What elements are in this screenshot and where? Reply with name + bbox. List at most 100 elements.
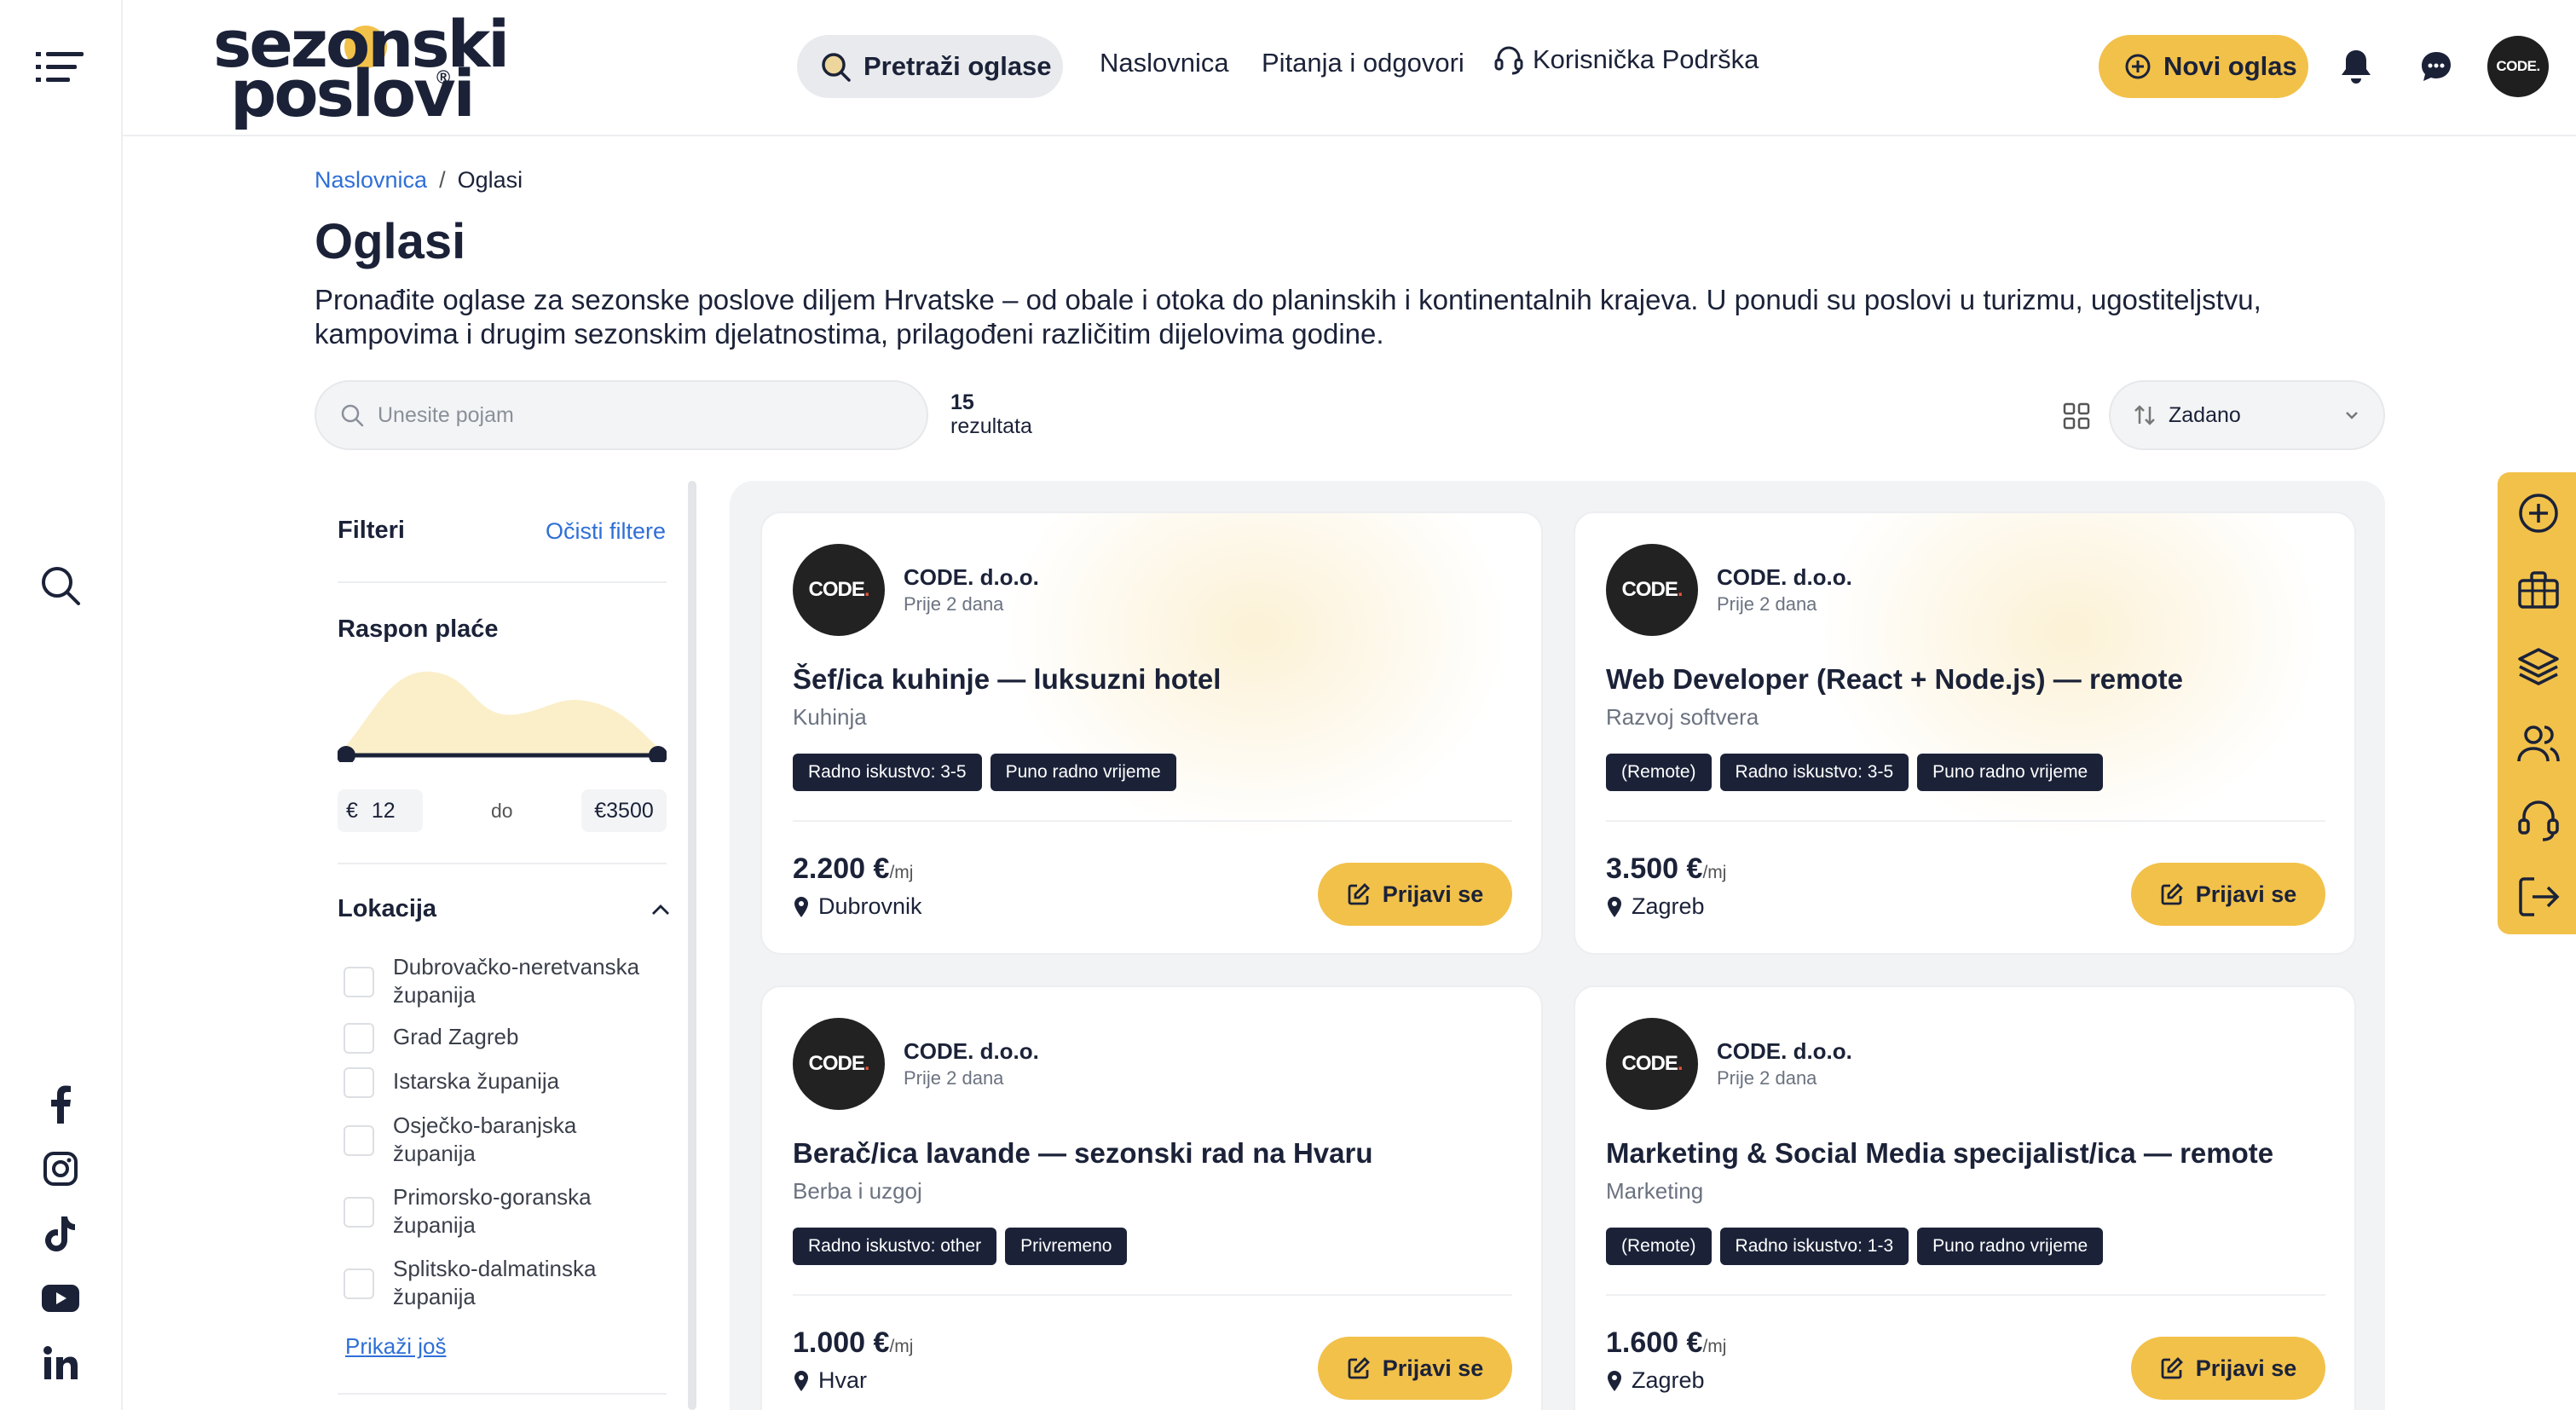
top-header: sezonski poslovi ® Pretraži oglase Naslo… (123, 0, 2576, 136)
page-description: Pronađite oglase za sezonske poslove dil… (315, 284, 2261, 350)
support-icon[interactable] (2515, 796, 2562, 844)
page-title: Oglasi (315, 214, 466, 269)
location-checkbox[interactable] (344, 1268, 374, 1299)
results-number: 15 (950, 390, 974, 414)
filters-scrollbar[interactable] (688, 481, 696, 1410)
youtube-icon[interactable] (32, 1270, 89, 1326)
apply-button[interactable]: Prijavi se (1318, 863, 1512, 926)
logout-icon[interactable] (2515, 873, 2562, 921)
add-circle-icon[interactable] (2515, 489, 2562, 537)
location-option[interactable]: Istarska županija (344, 1067, 559, 1098)
sort-value: Zadano (2169, 402, 2241, 427)
breadcrumb: Naslovnica / Oglasi (315, 167, 523, 194)
divider (338, 1393, 667, 1395)
location-checkbox[interactable] (344, 1197, 374, 1228)
job-title[interactable]: Šef/ica kuhinje — luksuzni hotel (793, 663, 1221, 696)
new-ad-button[interactable]: Novi oglas (2099, 35, 2308, 98)
location-label: Grad Zagreb (393, 1024, 519, 1049)
location-option[interactable]: Primorsko-goranska županija (344, 1183, 592, 1240)
job-card[interactable]: CODE. CODE. d.o.o. Prije 2 dana Web Deve… (1574, 511, 2356, 955)
facebook-icon[interactable] (32, 1076, 89, 1132)
location-option[interactable]: Dubrovačko-neretvanska županija (344, 953, 639, 1009)
job-tags: (Remote) Radno iskustvo: 3-5 Puno radno … (1606, 754, 2104, 791)
nav-support[interactable]: Korisnička Podrška (1493, 44, 1759, 75)
pay-unit: /mj (889, 863, 914, 882)
logo-registered: ® (436, 66, 451, 88)
linkedin-icon[interactable] (32, 1335, 89, 1391)
search-icon[interactable] (32, 558, 89, 614)
salary-min-field[interactable]: € 12 (338, 789, 423, 832)
search-ads-label: Pretraži oglase (863, 51, 1052, 81)
company-logo-dot: . (863, 1052, 870, 1075)
sort-select[interactable]: Zadano (2109, 380, 2385, 450)
location-checkbox[interactable] (344, 1125, 374, 1156)
location-label-line2: županija (393, 1212, 476, 1238)
job-card[interactable]: CODE. CODE. d.o.o. Prije 2 dana Marketin… (1574, 985, 2356, 1410)
nav-home[interactable]: Naslovnica (1100, 48, 1229, 78)
company-logo-text: CODE (808, 1052, 864, 1075)
grid-view-icon[interactable] (2061, 401, 2092, 431)
sort-icon (2134, 405, 2155, 425)
chat-icon[interactable] (2411, 41, 2462, 92)
users-icon[interactable] (2515, 719, 2562, 767)
job-category: Kuhinja (793, 704, 867, 730)
location-pin-icon (794, 896, 808, 917)
job-location: Hvar (793, 1367, 867, 1394)
apply-button[interactable]: Prijavi se (2131, 863, 2325, 926)
search-ads-button[interactable]: Pretraži oglase (797, 35, 1063, 98)
company-name: CODE. d.o.o. (904, 1038, 1039, 1064)
briefcase-icon[interactable] (2515, 566, 2562, 614)
nav-faq[interactable]: Pitanja i odgovori (1262, 48, 1464, 78)
bell-icon[interactable] (2331, 41, 2382, 92)
instagram-icon[interactable] (32, 1141, 89, 1197)
location-option[interactable]: Osječko-baranjska županija (344, 1112, 576, 1168)
company-logo-dot: . (863, 578, 870, 601)
tiktok-icon[interactable] (32, 1205, 89, 1262)
job-location-text: Dubrovnik (818, 893, 922, 919)
show-more-link[interactable]: Prikaži još (345, 1333, 446, 1360)
clear-filters-link[interactable]: Očisti filtere (546, 518, 666, 545)
filters-title: Filteri (338, 517, 405, 544)
search-input[interactable] (378, 402, 889, 428)
job-card[interactable]: CODE. CODE. d.o.o. Prije 2 dana Berač/ic… (760, 985, 1543, 1410)
apply-button[interactable]: Prijavi se (1318, 1337, 1512, 1400)
pay-amount: 1.000 € (793, 1326, 890, 1359)
location-pin-icon (1608, 896, 1621, 917)
apply-button[interactable]: Prijavi se (2131, 1337, 2325, 1400)
pay-unit: /mj (1702, 863, 1727, 882)
job-pay: 1.600 €/mj (1606, 1326, 1726, 1360)
location-pin-icon (794, 1370, 808, 1391)
job-card[interactable]: CODE. CODE. d.o.o. Prije 2 dana Šef/ica … (760, 511, 1543, 955)
job-tag: Radno iskustvo: 1-3 (1719, 1228, 1909, 1265)
breadcrumb-home[interactable]: Naslovnica (315, 167, 427, 193)
company-logo-text: CODE (1621, 1052, 1678, 1075)
location-checkbox[interactable] (344, 1023, 374, 1054)
search-icon (822, 53, 851, 82)
location-label: Istarska županija (393, 1068, 560, 1094)
job-tag: Radno iskustvo: other (793, 1228, 997, 1265)
add-circle-icon (2125, 54, 2151, 79)
search-field[interactable] (315, 380, 928, 450)
job-title[interactable]: Marketing & Social Media specijalist/ica… (1606, 1137, 2273, 1170)
location-checkbox[interactable] (344, 1067, 374, 1098)
layers-icon[interactable] (2515, 643, 2562, 691)
avatar[interactable]: CODE. (2487, 36, 2549, 97)
company-logo: CODE. (793, 1018, 885, 1110)
job-location: Zagreb (1606, 893, 1705, 920)
chevron-up-icon[interactable] (649, 899, 673, 922)
location-pin-icon (1608, 1370, 1621, 1391)
salary-max-field[interactable]: €3500 (581, 789, 667, 832)
job-title[interactable]: Web Developer (React + Node.js) — remote (1606, 663, 2183, 696)
site-logo[interactable]: sezonski poslovi ® (213, 12, 510, 126)
job-title[interactable]: Berač/ica lavande — sezonski rad na Hvar… (793, 1137, 1372, 1170)
menu-icon[interactable] (32, 39, 89, 95)
location-option[interactable]: Splitsko-dalmatinska županija (344, 1255, 596, 1311)
apply-label: Prijavi se (1382, 881, 1484, 907)
location-option[interactable]: Grad Zagreb (344, 1023, 518, 1054)
company-logo: CODE. (1606, 544, 1698, 636)
location-label-line1: Osječko-baranjska (393, 1112, 577, 1138)
breadcrumb-current: Oglasi (457, 167, 523, 193)
job-tag: (Remote) (1606, 1228, 1712, 1265)
company-name: CODE. d.o.o. (1717, 564, 1852, 590)
location-checkbox[interactable] (344, 967, 374, 997)
